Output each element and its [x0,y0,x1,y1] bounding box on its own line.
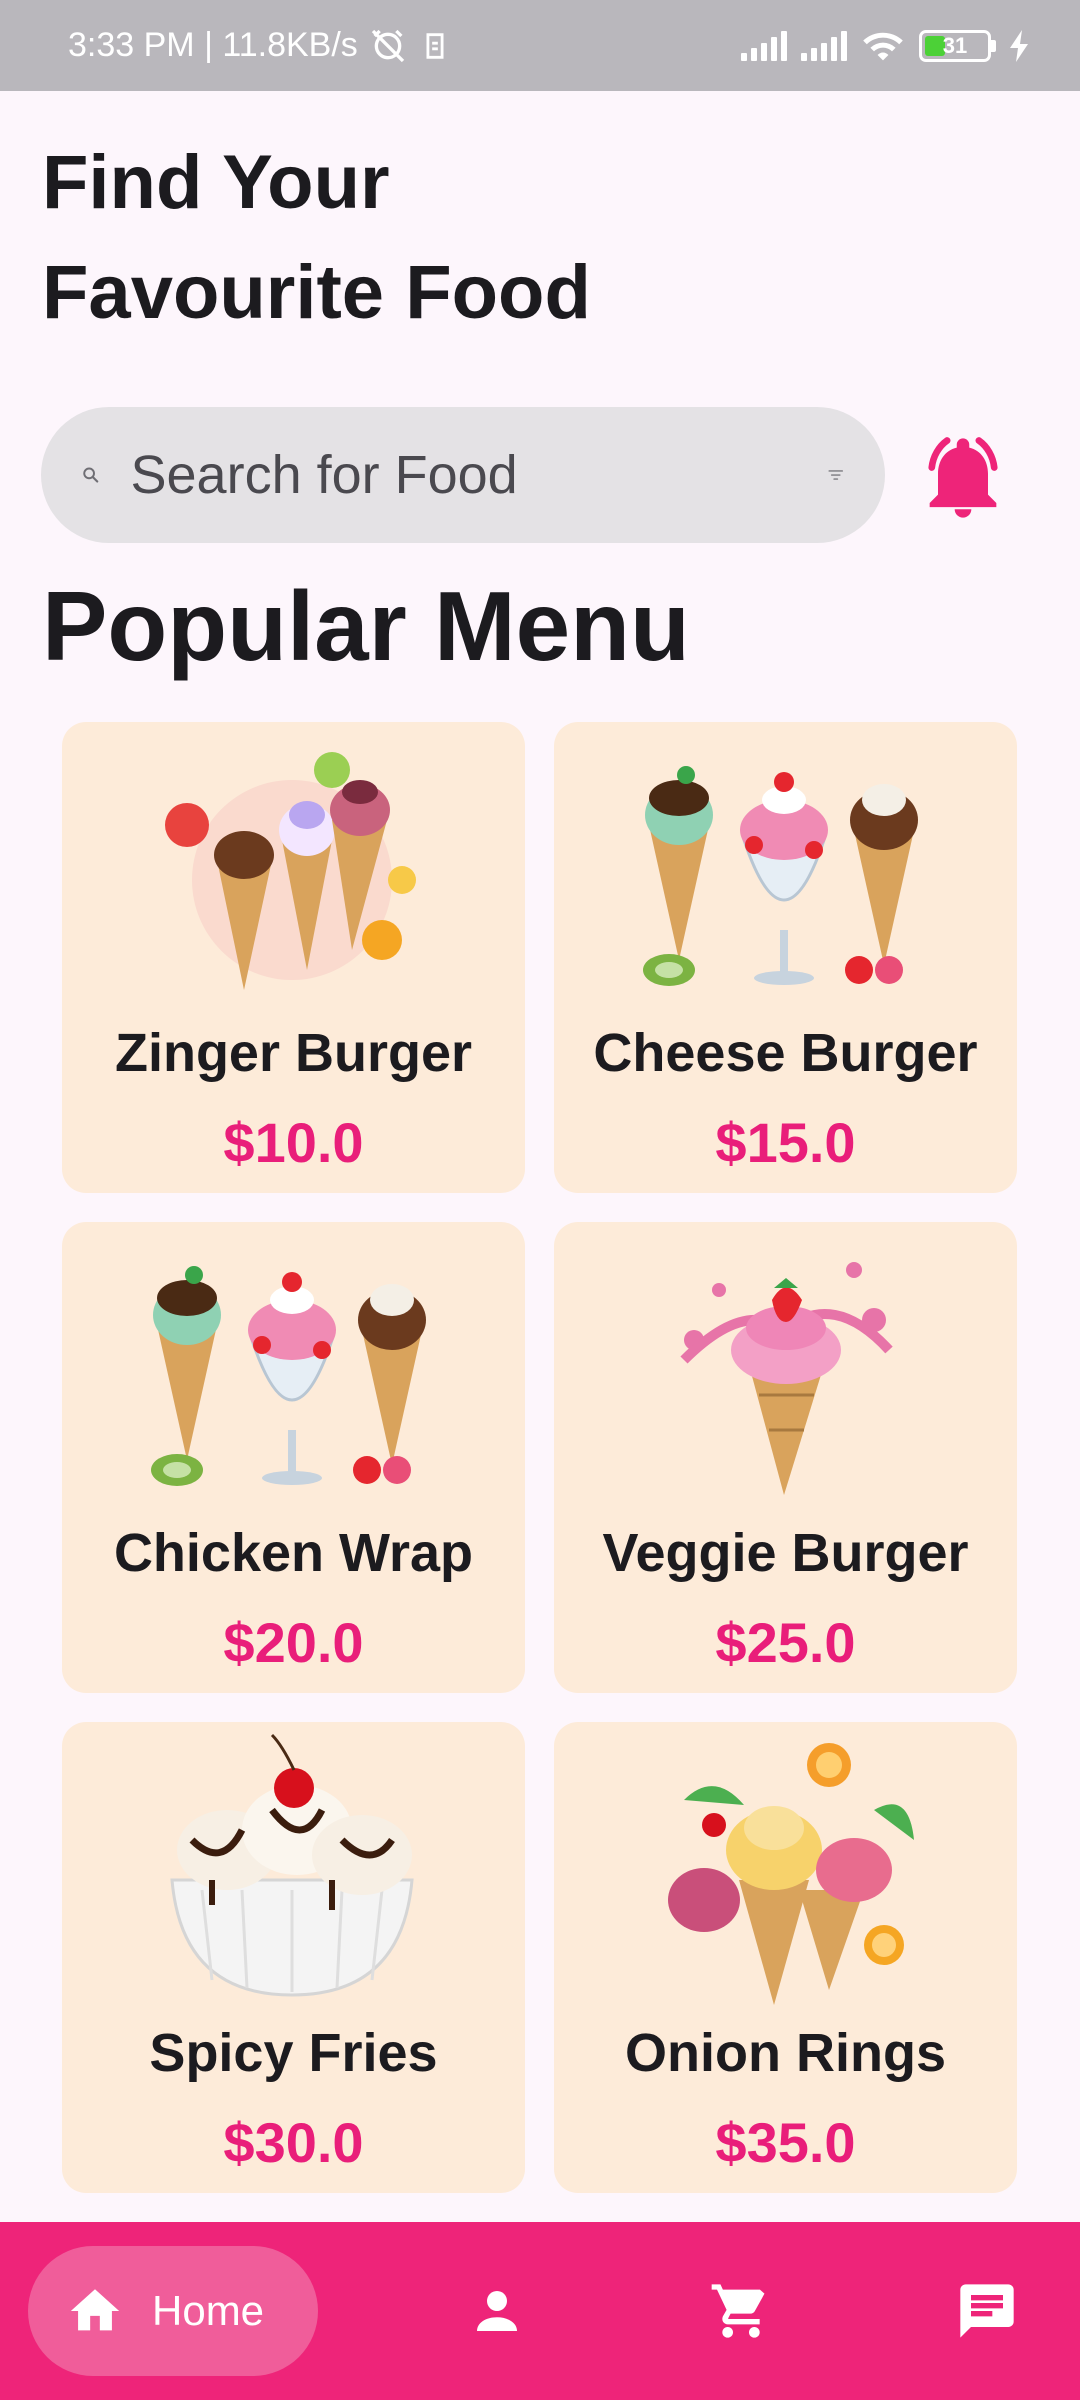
battery-icon: 31 [919,29,996,62]
page-title: Find Your Favourite Food [42,128,842,348]
menu-item-name: Spicy Fries [149,2023,438,2083]
menu-grid: Zinger Burger $10.0 Cheese Burger $15.0 … [62,722,1017,2193]
cart-icon [711,2284,765,2338]
menu-item-price: $30.0 [223,2111,364,2174]
menu-item-price: $20.0 [223,1611,364,1674]
notification-button[interactable] [908,418,1018,538]
ice-cream-splash-image [165,752,416,990]
menu-item-name: Onion Rings [625,2023,946,2083]
menu-item-price: $35.0 [715,2111,856,2174]
search-bar[interactable] [41,407,885,543]
menu-card[interactable]: Zinger Burger $10.0 [62,722,525,1193]
nav-profile[interactable] [452,2266,542,2356]
status-right: 31 [741,28,1030,64]
menu-item-name: Chicken Wrap [113,1523,474,1583]
filter-icon[interactable] [826,445,846,505]
chat-icon [960,2284,1014,2338]
menu-item-price: $25.0 [715,1611,856,1674]
title-line-2: Favourite Food [42,250,591,335]
menu-card[interactable]: Spicy Fries $30.0 [62,1722,525,2193]
alarm-off-icon [371,29,404,62]
bell-icon [928,437,998,518]
sundae-bowl-image [170,1733,414,1997]
battery-level: 31 [942,32,968,58]
signal-icon [741,30,787,61]
person-icon [477,2291,517,2331]
wifi-icon [863,32,903,60]
signal-icon [801,30,847,61]
status-bar: 3:33 PM | 11.8KB/s 31 [0,0,1080,91]
strawberry-cone-image [680,1262,893,1495]
menu-item-price: $10.0 [223,1111,364,1174]
title-line-1: Find Your [42,140,390,225]
status-time: 3:33 PM | 11.8KB/s [68,26,358,64]
ice-cream-trio-image [151,1266,426,1486]
data-saver-icon [426,32,444,59]
home-icon [70,2289,120,2331]
menu-card[interactable]: Chicken Wrap $20.0 [62,1222,525,1693]
nav-messages[interactable] [942,2266,1032,2356]
ice-cream-trio-image [643,766,918,986]
nav-cart[interactable] [696,2266,786,2356]
nav-home[interactable]: Home [28,2246,318,2376]
status-left: 3:33 PM | 11.8KB/s [68,26,452,66]
section-title: Popular Menu [42,571,690,681]
search-icon [83,467,99,483]
menu-item-name: Veggie Burger [602,1523,969,1583]
nav-home-label: Home [152,2287,265,2334]
bottom-nav: Home [0,2222,1080,2400]
fruit-cones-image [668,1743,914,2005]
search-input[interactable] [130,444,826,506]
menu-item-name: Zinger Burger [114,1023,473,1083]
menu-card[interactable]: Cheese Burger $15.0 [554,722,1017,1193]
menu-item-name: Cheese Burger [593,1023,978,1083]
charging-icon [1010,29,1028,62]
menu-item-price: $15.0 [715,1111,856,1174]
menu-card[interactable]: Onion Rings $35.0 [554,1722,1017,2193]
menu-card[interactable]: Veggie Burger $25.0 [554,1222,1017,1693]
